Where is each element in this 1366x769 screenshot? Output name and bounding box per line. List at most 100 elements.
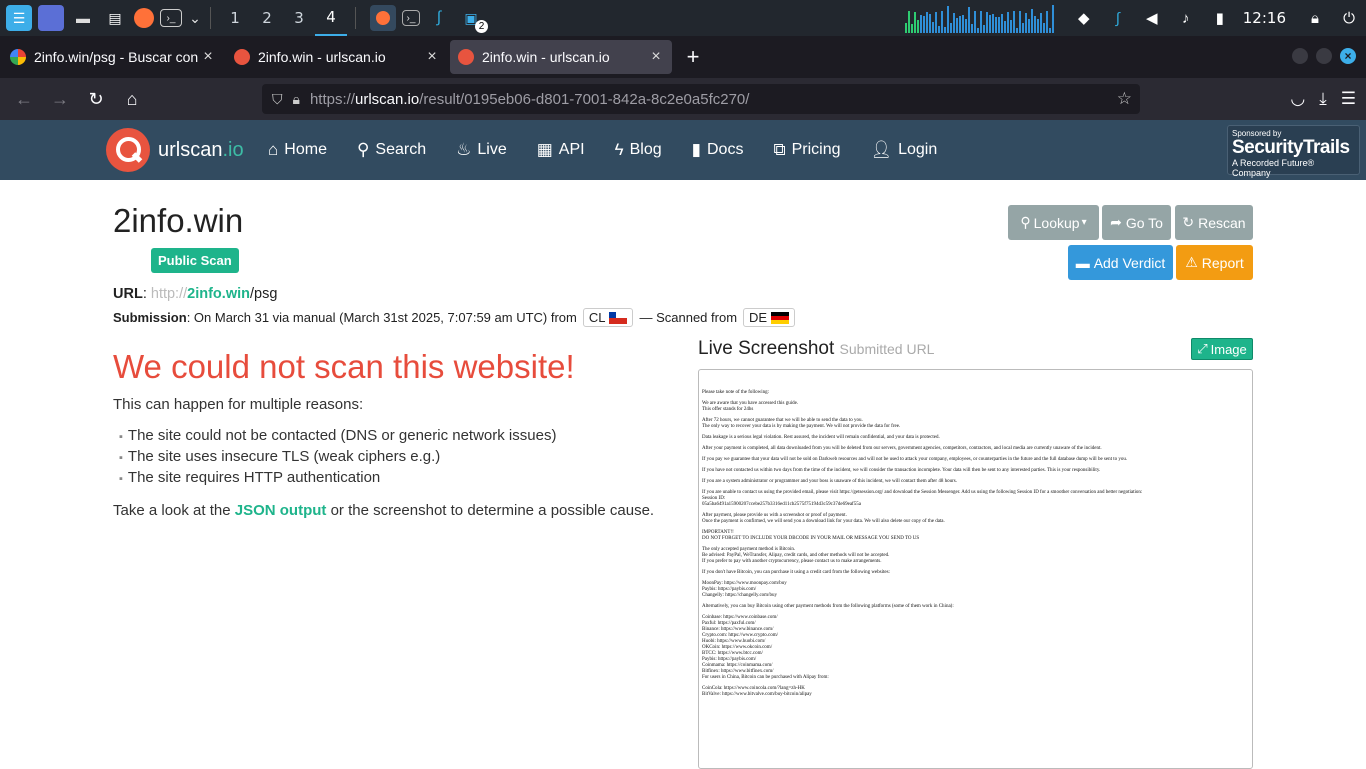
menu-label: Pricing bbox=[791, 141, 841, 158]
menu-live[interactable]: ♨ Live bbox=[456, 140, 507, 160]
brand-name-b: .io bbox=[222, 138, 244, 161]
toolbar-right: ◡ ⤓ ☰ bbox=[1290, 78, 1356, 120]
screenshot-paragraph: Coinbase: https://www.coinbase.com/ Paxf… bbox=[702, 615, 829, 680]
graph-bar bbox=[1024, 12, 1027, 33]
tab-title: 2info.win - urlscan.io bbox=[258, 49, 386, 65]
bell-icon[interactable]: ♪ bbox=[1175, 7, 1197, 29]
graph-bar bbox=[1033, 15, 1036, 33]
home-button[interactable]: ⌂ bbox=[114, 89, 150, 110]
screenshot-paragraph: After your payment is completed, all dat… bbox=[702, 446, 1102, 451]
country-code: DE bbox=[749, 310, 768, 325]
address-bar[interactable]: ⛉ 🔒︎ https://urlscan.io/result/0195eb06-… bbox=[262, 84, 1140, 114]
urlscan-icon bbox=[234, 49, 250, 65]
url-host: urlscan.io bbox=[354, 90, 420, 108]
graph-bar bbox=[970, 23, 973, 33]
submission-line: Submission: On March 31 via manual (Marc… bbox=[113, 308, 801, 327]
graph-bar bbox=[964, 19, 967, 33]
graph-bar bbox=[1006, 11, 1009, 33]
goto-button[interactable]: ➦ Go To bbox=[1102, 205, 1171, 240]
tab-urlscan-1[interactable]: 2info.win - urlscan.io × bbox=[226, 40, 448, 74]
menu-api[interactable]: ▦ API bbox=[537, 140, 585, 160]
forward-button[interactable]: → bbox=[42, 89, 78, 110]
firefox-icon[interactable] bbox=[134, 8, 154, 28]
app-launcher-icon[interactable]: ☰ bbox=[6, 5, 32, 31]
text-editor-icon[interactable]: ▤ bbox=[102, 5, 128, 31]
maximize-button[interactable] bbox=[1316, 48, 1332, 64]
country-from[interactable]: CL bbox=[582, 308, 634, 327]
refresh-icon: ↻ bbox=[1182, 214, 1195, 230]
country-scanned[interactable]: DE bbox=[743, 308, 796, 327]
workspace-3[interactable]: 3 bbox=[283, 9, 315, 27]
lock-icon[interactable]: 🔒︎ bbox=[293, 91, 300, 108]
minimize-button[interactable] bbox=[1292, 48, 1308, 64]
rescan-label: Rescan bbox=[1198, 214, 1246, 231]
back-button[interactable]: ← bbox=[6, 89, 42, 110]
brand-logo[interactable]: urlscan.io bbox=[106, 128, 244, 172]
shield-icon[interactable]: ⛉ bbox=[272, 91, 283, 108]
task-terminal-icon[interactable]: ›_ bbox=[402, 10, 420, 26]
screenshot-paragraph: Alternatively, you can buy Bitcoin using… bbox=[702, 604, 954, 609]
screenshot-preview[interactable]: Please take note of the following: We ar… bbox=[698, 369, 1253, 769]
download-icon[interactable]: ⤓ bbox=[1319, 89, 1327, 109]
url-host-link[interactable]: 2info.win bbox=[187, 286, 250, 302]
pocket-icon[interactable]: ◡ bbox=[1290, 89, 1305, 109]
graph-bar bbox=[928, 13, 931, 33]
add-verdict-button[interactable]: ▬ Add Verdict bbox=[1068, 245, 1173, 280]
workspace-4[interactable]: 4 bbox=[315, 0, 347, 36]
lookup-button[interactable]: ⚲ Lookup ▾ bbox=[1008, 205, 1099, 240]
workspace-1[interactable]: 1 bbox=[219, 9, 251, 27]
menu-icon[interactable]: ☰ bbox=[1341, 89, 1356, 109]
terminal-icon[interactable]: ›_ bbox=[160, 9, 182, 27]
reload-button[interactable]: ↻ bbox=[78, 89, 114, 110]
search-icon: ⚲ bbox=[1020, 214, 1031, 230]
user-icon: 👤︎ bbox=[870, 140, 893, 159]
battery-icon[interactable]: ▮ bbox=[1209, 7, 1231, 29]
menu-login[interactable]: 👤︎ Login bbox=[870, 140, 937, 160]
network-icon[interactable]: ◆ bbox=[1073, 7, 1095, 29]
taskbar: ☰ ▬ ▤ ›_ ⌄ 1 2 3 4 ›_ ∫ ▣ 2 ◆ ∫ ◀ ♪ ▮ 12:… bbox=[0, 0, 1366, 36]
screenshot-paragraph: If you are unable to contact us using th… bbox=[702, 490, 1143, 507]
screenshot-paragraph: Data leakage is a serious legal violatio… bbox=[702, 435, 940, 440]
desktop-icon[interactable] bbox=[38, 5, 64, 31]
lock-icon[interactable]: 🔒︎ bbox=[1304, 7, 1326, 29]
chevron-down-icon[interactable]: ⌄ bbox=[188, 5, 202, 31]
graph-bar bbox=[925, 11, 928, 33]
tab-google-search[interactable]: 2info.win/psg - Buscar con Google × bbox=[2, 40, 224, 74]
task-firefox-icon[interactable] bbox=[370, 5, 396, 31]
menu-docs[interactable]: ▮ Docs bbox=[692, 140, 744, 160]
graph-bar bbox=[937, 26, 940, 33]
clock[interactable]: 12:16 bbox=[1243, 9, 1286, 27]
graph-bar bbox=[916, 20, 919, 33]
menu-home[interactable]: ⌂ Home bbox=[268, 140, 327, 160]
workspace-2[interactable]: 2 bbox=[251, 9, 283, 27]
menu-blog[interactable]: ϟ Blog bbox=[615, 140, 662, 160]
main-menu: ⌂ Home ⚲ Search ♨ Live ▦ API ϟ Blog ▮ Docs ⧉ Pr… bbox=[268, 120, 967, 180]
close-icon[interactable]: × bbox=[648, 48, 664, 66]
bookmark-star-icon[interactable]: ☆ bbox=[1117, 89, 1132, 109]
screenshot-paragraph: The only accepted payment method is Bitc… bbox=[702, 547, 890, 564]
bookmark-icon: ▮ bbox=[691, 140, 701, 159]
window-close-button[interactable]: × bbox=[1340, 48, 1356, 64]
power-icon[interactable]: ⏻ bbox=[1338, 7, 1360, 29]
close-icon[interactable]: × bbox=[200, 48, 216, 66]
json-output-link[interactable]: JSON output bbox=[235, 502, 327, 519]
report-label: Report bbox=[1201, 254, 1244, 271]
file-manager-icon[interactable]: ▬ bbox=[70, 5, 96, 31]
volume-icon[interactable]: ◀ bbox=[1141, 7, 1163, 29]
task-session-icon[interactable]: ∫ bbox=[426, 5, 452, 31]
sponsor-line2: SecurityTrails bbox=[1232, 137, 1350, 158]
graph-bar bbox=[994, 16, 997, 33]
menu-pricing[interactable]: ⧉ Pricing bbox=[773, 140, 840, 160]
session-tray-icon[interactable]: ∫ bbox=[1107, 7, 1129, 29]
menu-search[interactable]: ⚲ Search bbox=[357, 140, 426, 160]
graph-bar bbox=[973, 11, 976, 33]
sponsor-badge[interactable]: Sponsored by SecurityTrails A Recorded F… bbox=[1227, 125, 1360, 178]
new-tab-button[interactable]: + bbox=[678, 44, 708, 70]
close-icon[interactable]: × bbox=[424, 48, 440, 66]
task-notification-icon[interactable]: ▣ 2 bbox=[458, 5, 488, 33]
image-button[interactable]: ⤢ Image bbox=[1191, 338, 1253, 360]
rescan-button[interactable]: ↻ Rescan bbox=[1175, 205, 1253, 240]
tab-urlscan-2[interactable]: 2info.win - urlscan.io × bbox=[450, 40, 672, 74]
report-button[interactable]: ⚠ Report bbox=[1176, 245, 1253, 280]
graph-bar bbox=[955, 18, 958, 33]
